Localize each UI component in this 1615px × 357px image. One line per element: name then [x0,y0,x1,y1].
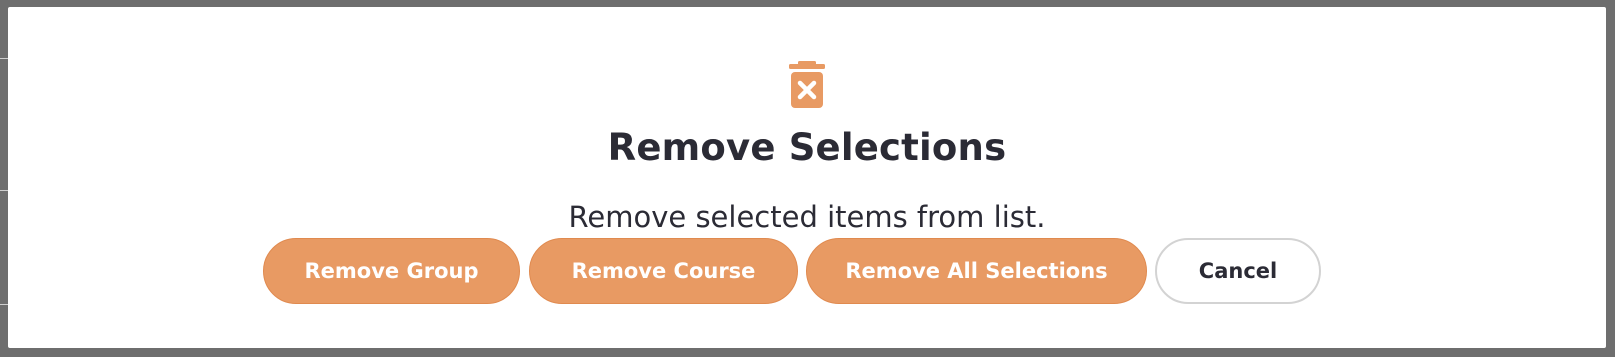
trash-x-icon [789,61,825,108]
remove-selections-dialog: Remove Selections Remove selected items … [8,7,1606,348]
dialog-actions: Remove Group Remove Course Remove All Se… [8,238,1606,308]
cancel-button[interactable]: Cancel [1155,238,1321,304]
dialog-title: Remove Selections [607,126,1007,169]
backdrop-divider [0,58,8,59]
backdrop-divider [0,190,8,191]
dialog-message: Remove selected items from list. [568,200,1046,234]
backdrop-divider [0,304,8,305]
remove-group-button[interactable]: Remove Group [263,238,520,304]
remove-all-selections-button[interactable]: Remove All Selections [806,238,1147,304]
remove-course-button[interactable]: Remove Course [529,238,798,304]
